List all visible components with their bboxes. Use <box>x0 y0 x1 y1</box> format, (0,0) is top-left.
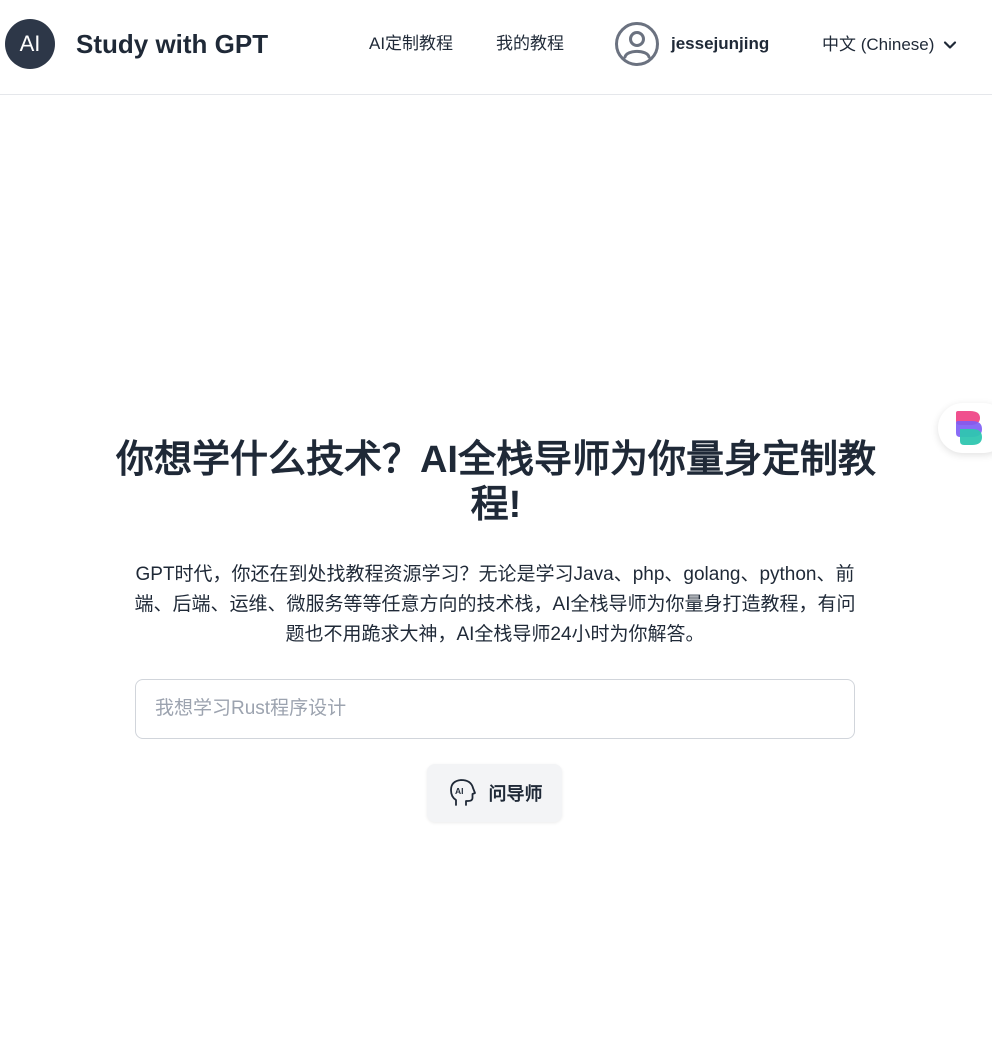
hero-description: GPT时代，你还在到处找教程资源学习？无论是学习Java、php、golang、… <box>134 564 856 645</box>
question-input[interactable] <box>135 679 855 739</box>
language-select[interactable]: 中文 (Chinese) <box>822 33 957 57</box>
ask-tutor-button[interactable]: AI 问导师 <box>427 764 562 822</box>
app-title[interactable]: Study with GPT <box>76 28 268 60</box>
hero-title: 你想学什么技术？AI全栈导师为你量身定制教程! <box>115 439 876 526</box>
user-circle-icon[interactable] <box>614 21 660 67</box>
logo-badge[interactable]: AI <box>5 19 55 69</box>
username[interactable]: jessejunjing <box>671 33 769 55</box>
nav-link-my-tutorials[interactable]: 我的教程 <box>496 33 564 55</box>
ai-head-icon: AI <box>449 779 476 806</box>
ask-tutor-label: 问导师 <box>488 784 543 804</box>
top-header: AI Study with GPT AI定制教程 我的教程 jessejunji… <box>0 0 992 95</box>
language-label: 中文 (Chinese) <box>822 35 935 54</box>
side-widget[interactable] <box>938 403 992 453</box>
nav-link-custom-tutorial[interactable]: AI定制教程 <box>369 33 453 55</box>
svg-text:AI: AI <box>455 786 464 796</box>
chevron-down-icon <box>944 41 957 49</box>
app-logo-icon <box>956 411 982 445</box>
